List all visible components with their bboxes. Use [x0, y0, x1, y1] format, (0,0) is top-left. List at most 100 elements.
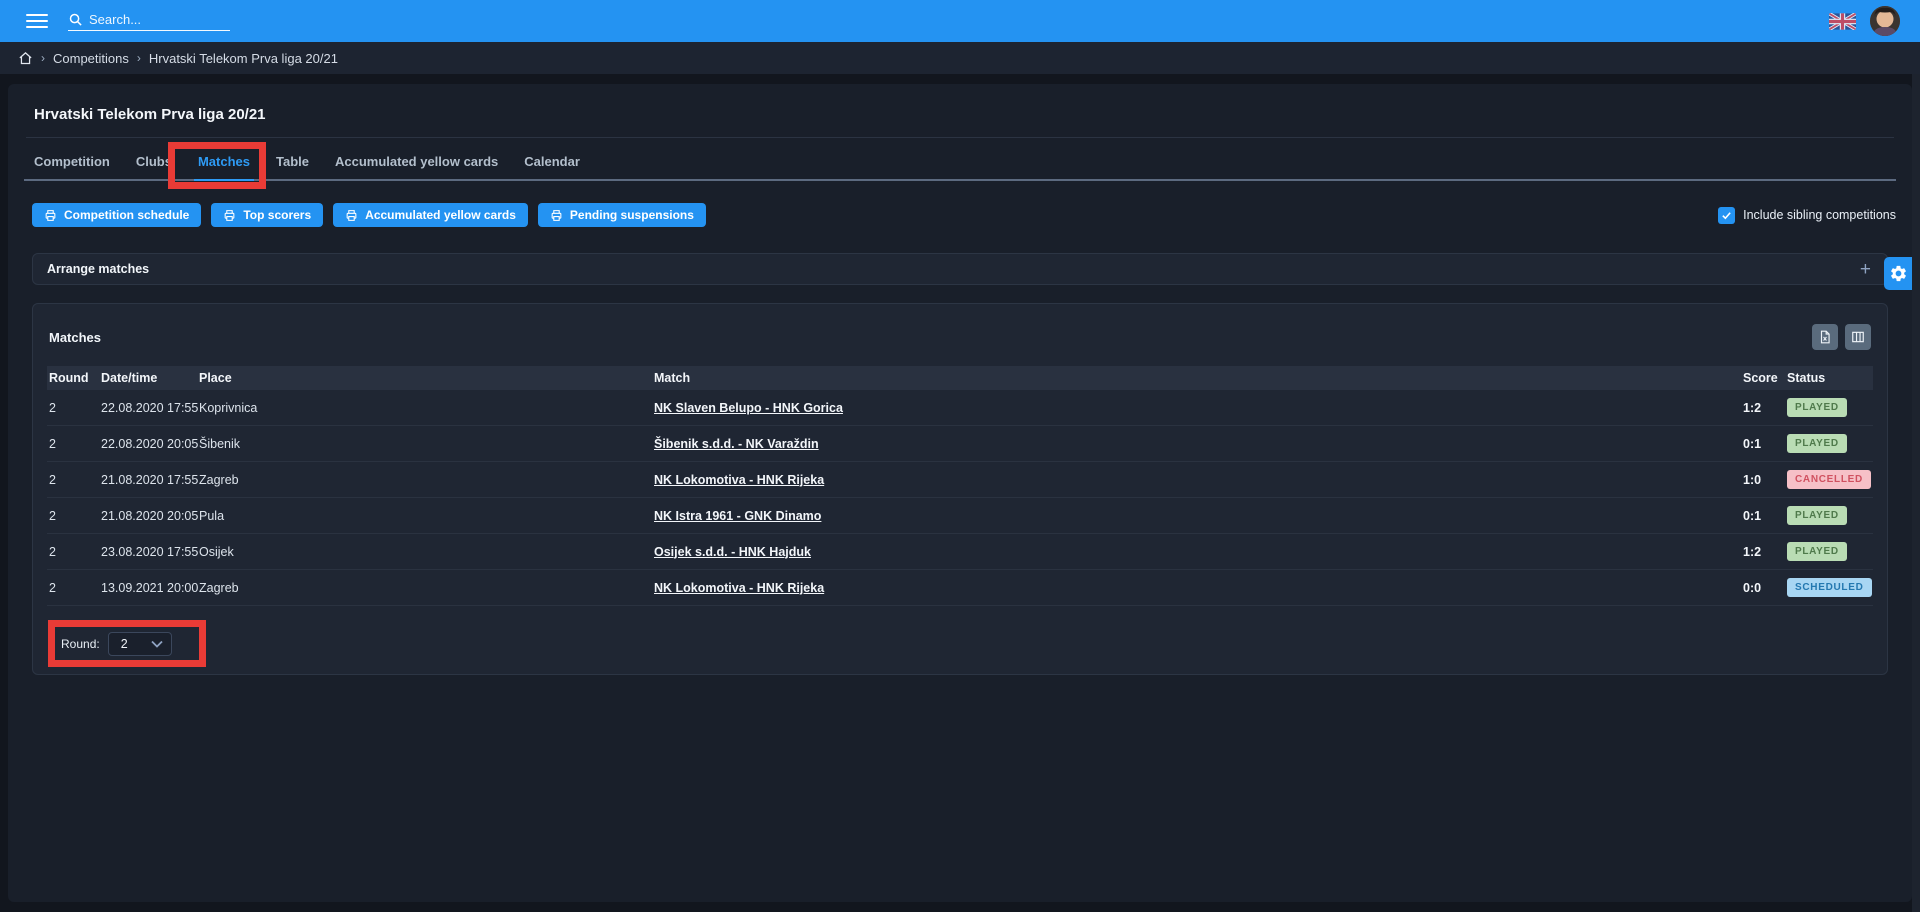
search-field[interactable]	[68, 12, 230, 31]
tab-matches[interactable]: Matches	[198, 154, 250, 179]
tab-calendar[interactable]: Calendar	[524, 154, 580, 179]
cell-round: 2	[47, 401, 101, 415]
matches-panel: Matches Round Date/t	[32, 303, 1888, 675]
match-link[interactable]: NK Istra 1961 - GNK Dinamo	[654, 509, 821, 523]
cell-datetime: 21.08.2020 17:55	[101, 473, 199, 487]
breadcrumb-separator: ›	[137, 51, 141, 65]
breadcrumb-competitions[interactable]: Competitions	[53, 51, 129, 66]
cell-score: 0:0	[1743, 581, 1787, 595]
checkmark-icon	[1721, 210, 1732, 221]
match-link[interactable]: Šibenik s.d.d. - NK Varaždin	[654, 437, 819, 451]
cell-place: Šibenik	[199, 437, 654, 451]
col-round: Round	[47, 371, 101, 385]
chevron-down-icon	[151, 640, 163, 648]
cell-round: 2	[47, 581, 101, 595]
tab-table[interactable]: Table	[276, 154, 309, 179]
match-row: 2 21.08.2020 20:05 Pula NK Istra 1961 - …	[47, 498, 1873, 534]
cell-place: Pula	[199, 509, 654, 523]
tab-clubs[interactable]: Clubs	[136, 154, 172, 179]
match-row: 2 22.08.2020 20:05 Šibenik Šibenik s.d.d…	[47, 426, 1873, 462]
tab-competition[interactable]: Competition	[34, 154, 110, 179]
search-icon	[68, 12, 83, 27]
round-select-value: 2	[121, 637, 128, 651]
table-header-row: Round Date/time Place Match Score Status	[47, 366, 1873, 390]
content-card: Hrvatski Telekom Prva liga 20/21 Competi…	[8, 84, 1912, 902]
button-label: Top scorers	[243, 208, 311, 222]
match-link[interactable]: NK Lokomotiva - HNK Rijeka	[654, 581, 824, 595]
breadcrumb-current: Hrvatski Telekom Prva liga 20/21	[149, 51, 338, 66]
cell-datetime: 22.08.2020 20:05	[101, 437, 199, 451]
cell-score: 1:2	[1743, 401, 1787, 415]
arrange-matches-panel[interactable]: Arrange matches +	[32, 253, 1888, 285]
expand-plus-icon[interactable]: +	[1860, 260, 1871, 279]
status-badge: PLAYED	[1787, 506, 1847, 525]
report-toolbar: Competition schedule Top scorers Accumul…	[32, 203, 1896, 227]
scrollbar-track[interactable]	[1912, 74, 1920, 912]
match-link[interactable]: Osijek s.d.d. - HNK Hajduk	[654, 545, 811, 559]
cell-score: 1:0	[1743, 473, 1787, 487]
printer-icon	[44, 209, 57, 222]
round-select[interactable]: 2	[108, 632, 172, 656]
sibling-competitions-toggle: Include sibling competitions	[1718, 207, 1896, 224]
top-scorers-button[interactable]: Top scorers	[211, 203, 323, 227]
matches-table: Round Date/time Place Match Score Status…	[47, 366, 1873, 606]
competition-schedule-button[interactable]: Competition schedule	[32, 203, 201, 227]
match-row: 2 21.08.2020 17:55 Zagreb NK Lokomotiva …	[47, 462, 1873, 498]
status-badge: CANCELLED	[1787, 470, 1871, 489]
match-link[interactable]: NK Lokomotiva - HNK Rijeka	[654, 473, 824, 487]
match-link[interactable]: NK Slaven Belupo - HNK Gorica	[654, 401, 843, 415]
status-badge: SCHEDULED	[1787, 578, 1872, 597]
col-score: Score	[1743, 371, 1787, 385]
gear-icon	[1889, 264, 1908, 283]
cell-round: 2	[47, 545, 101, 559]
hamburger-menu-icon[interactable]	[26, 10, 48, 32]
printer-icon	[345, 209, 358, 222]
status-badge: PLAYED	[1787, 434, 1847, 453]
top-bar	[0, 0, 1920, 42]
accumulated-yellow-cards-button[interactable]: Accumulated yellow cards	[333, 203, 528, 227]
include-sibling-checkbox[interactable]	[1718, 207, 1735, 224]
active-tab-underline	[194, 179, 254, 181]
home-icon[interactable]	[18, 51, 33, 66]
round-label: Round:	[61, 637, 100, 651]
cell-place: Zagreb	[199, 581, 654, 595]
file-excel-icon	[1818, 330, 1832, 344]
cell-place: Koprivnica	[199, 401, 654, 415]
match-row: 2 13.09.2021 20:00 Zagreb NK Lokomotiva …	[47, 570, 1873, 606]
table-columns-icon	[1851, 330, 1865, 344]
match-row: 2 23.08.2020 17:55 Osijek Osijek s.d.d. …	[47, 534, 1873, 570]
col-status: Status	[1787, 371, 1873, 385]
cell-datetime: 23.08.2020 17:55	[101, 545, 199, 559]
status-badge: PLAYED	[1787, 398, 1847, 417]
cell-place: Osijek	[199, 545, 654, 559]
cell-datetime: 21.08.2020 20:05	[101, 509, 199, 523]
tab-accumulated-yellow-cards[interactable]: Accumulated yellow cards	[335, 154, 498, 179]
printer-icon	[550, 209, 563, 222]
button-label: Pending suspensions	[570, 208, 694, 222]
status-badge: PLAYED	[1787, 542, 1847, 561]
search-input[interactable]	[89, 12, 230, 27]
breadcrumb-separator: ›	[41, 51, 45, 65]
column-settings-button[interactable]	[1845, 324, 1871, 350]
cell-round: 2	[47, 473, 101, 487]
tab-bar: Competition Clubs Matches Table Accumula…	[24, 138, 1896, 181]
excel-export-button[interactable]	[1812, 324, 1838, 350]
cell-round: 2	[47, 437, 101, 451]
language-flag-icon[interactable]	[1829, 13, 1856, 30]
button-label: Competition schedule	[64, 208, 189, 222]
cell-datetime: 13.09.2021 20:00	[101, 581, 199, 595]
matches-panel-title: Matches	[49, 330, 101, 345]
button-label: Accumulated yellow cards	[365, 208, 516, 222]
printer-icon	[223, 209, 236, 222]
arrange-matches-title: Arrange matches	[47, 262, 149, 276]
breadcrumb: › Competitions › Hrvatski Telekom Prva l…	[0, 42, 1920, 74]
pending-suspensions-button[interactable]: Pending suspensions	[538, 203, 706, 227]
user-avatar[interactable]	[1870, 6, 1900, 36]
page-title: Hrvatski Telekom Prva liga 20/21	[34, 106, 1896, 123]
cell-datetime: 22.08.2020 17:55	[101, 401, 199, 415]
round-selector-row: Round: 2	[61, 632, 172, 656]
tab-matches-label: Matches	[198, 154, 250, 169]
cell-score: 0:1	[1743, 509, 1787, 523]
match-row: 2 22.08.2020 17:55 Koprivnica NK Slaven …	[47, 390, 1873, 426]
settings-gear-button[interactable]	[1884, 257, 1912, 290]
